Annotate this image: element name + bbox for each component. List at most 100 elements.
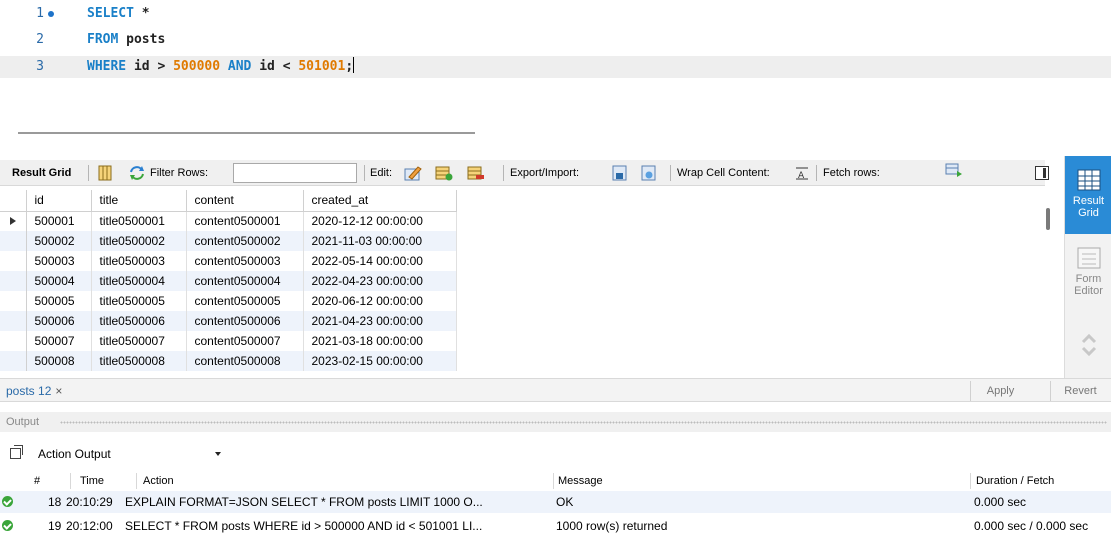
output-row[interactable]: 18 20:10:29 EXPLAIN FORMAT=JSON SELECT *… bbox=[0, 491, 1111, 513]
import-icon[interactable] bbox=[640, 165, 658, 181]
table-row[interactable]: 500001 title0500001 content0500001 2020-… bbox=[0, 211, 457, 231]
result-tab-strip: posts 12 × Apply Revert bbox=[0, 378, 1111, 402]
cell-title[interactable]: title0500002 bbox=[91, 231, 187, 251]
success-check-icon bbox=[2, 520, 13, 531]
cell-content[interactable]: content0500006 bbox=[186, 311, 304, 331]
cell-content[interactable]: content0500004 bbox=[186, 271, 304, 291]
cell-id[interactable]: 500002 bbox=[26, 231, 92, 251]
copy-icon[interactable] bbox=[10, 445, 23, 459]
edit-cell-icon[interactable] bbox=[404, 165, 422, 181]
editor-splitter[interactable] bbox=[18, 132, 475, 134]
code-line-1[interactable]: 1 SELECT * bbox=[0, 3, 1111, 25]
cell-title[interactable]: title0500005 bbox=[91, 291, 187, 311]
table-row[interactable]: 500002 title0500002 content0500002 2021-… bbox=[0, 231, 457, 251]
sql-text: id < bbox=[251, 59, 299, 74]
sql-editor[interactable]: 1 SELECT * 2 FROM posts 3 WHERE id > 500… bbox=[0, 0, 1111, 90]
cell-created-at[interactable]: 2021-04-23 00:00:00 bbox=[303, 311, 457, 331]
code-line-3[interactable]: 3 WHERE id > 500000 AND id < 501001; bbox=[0, 56, 1111, 78]
output-message: 1000 row(s) returned bbox=[556, 519, 668, 533]
table-row[interactable]: 500008 title0500008 content0500008 2023-… bbox=[0, 351, 457, 371]
column-separator bbox=[553, 473, 554, 489]
column-header-created-at[interactable]: created_at bbox=[303, 190, 457, 212]
cell-created-at[interactable]: 2020-12-12 00:00:00 bbox=[303, 211, 457, 231]
output-col-duration[interactable]: Duration / Fetch bbox=[976, 472, 1054, 490]
close-icon[interactable]: × bbox=[55, 384, 62, 398]
cell-title[interactable]: title0500001 bbox=[91, 211, 187, 231]
row-selector[interactable] bbox=[0, 251, 27, 271]
sql-text: ; bbox=[345, 59, 354, 74]
output-drag-handle[interactable] bbox=[60, 421, 1107, 424]
current-row-arrow-icon bbox=[9, 217, 16, 226]
result-grid-label[interactable]: Result Grid bbox=[12, 160, 71, 186]
table-row[interactable]: 500007 title0500007 content0500007 2021-… bbox=[0, 331, 457, 351]
row-selector[interactable] bbox=[0, 211, 27, 231]
output-time: 20:10:29 bbox=[66, 495, 113, 509]
cell-title[interactable]: title0500008 bbox=[91, 351, 187, 371]
result-grid[interactable]: id title content created_at 500001 title… bbox=[0, 190, 1045, 375]
cell-content[interactable]: content0500003 bbox=[186, 251, 304, 271]
cell-title[interactable]: title0500007 bbox=[91, 331, 187, 351]
revert-button[interactable]: Revert bbox=[1050, 381, 1110, 401]
cell-content[interactable]: content0500005 bbox=[186, 291, 304, 311]
row-selector[interactable] bbox=[0, 231, 27, 251]
cell-created-at[interactable]: 2021-03-18 00:00:00 bbox=[303, 331, 457, 351]
cell-id[interactable]: 500008 bbox=[26, 351, 92, 371]
fetch-rows-label: Fetch rows: bbox=[823, 167, 880, 179]
cell-created-at[interactable]: 2022-05-14 00:00:00 bbox=[303, 251, 457, 271]
table-row[interactable]: 500006 title0500006 content0500006 2021-… bbox=[0, 311, 457, 331]
column-header-content[interactable]: content bbox=[186, 190, 304, 212]
column-header-title[interactable]: title bbox=[91, 190, 187, 212]
output-col-time[interactable]: Time bbox=[80, 472, 104, 490]
cell-title[interactable]: title0500003 bbox=[91, 251, 187, 271]
row-selector[interactable] bbox=[0, 271, 27, 291]
grid-scrollbar-thumb[interactable] bbox=[1046, 208, 1050, 230]
cell-created-at[interactable]: 2023-02-15 00:00:00 bbox=[303, 351, 457, 371]
toolbar-separator bbox=[88, 165, 89, 181]
tab-posts-12[interactable]: posts 12 × bbox=[6, 381, 62, 401]
add-row-icon[interactable] bbox=[435, 165, 453, 181]
cell-title[interactable]: title0500004 bbox=[91, 271, 187, 291]
table-row[interactable]: 500003 title0500003 content0500003 2022-… bbox=[0, 251, 457, 271]
cell-content[interactable]: content0500008 bbox=[186, 351, 304, 371]
output-col-action[interactable]: Action bbox=[143, 472, 174, 490]
export-icon[interactable] bbox=[611, 165, 629, 181]
cell-id[interactable]: 500006 bbox=[26, 311, 92, 331]
cell-created-at[interactable]: 2021-11-03 00:00:00 bbox=[303, 231, 457, 251]
row-selector[interactable] bbox=[0, 291, 27, 311]
fetch-next-icon[interactable] bbox=[945, 163, 963, 179]
form-editor-side-button[interactable]: Form Editor bbox=[1065, 246, 1111, 316]
cell-title[interactable]: title0500006 bbox=[91, 311, 187, 331]
row-selector[interactable] bbox=[0, 331, 27, 351]
cell-content[interactable]: content0500007 bbox=[186, 331, 304, 351]
refresh-icon[interactable] bbox=[128, 165, 146, 181]
cell-id[interactable]: 500003 bbox=[26, 251, 92, 271]
output-type-select[interactable]: Action Output bbox=[31, 444, 221, 464]
output-row[interactable]: 19 20:12:00 SELECT * FROM posts WHERE id… bbox=[0, 515, 1111, 537]
cell-id[interactable]: 500004 bbox=[26, 271, 92, 291]
cell-content[interactable]: content0500001 bbox=[186, 211, 304, 231]
cell-id[interactable]: 500005 bbox=[26, 291, 92, 311]
code-line-2[interactable]: 2 FROM posts bbox=[0, 29, 1111, 51]
apply-button[interactable]: Apply bbox=[970, 381, 1030, 401]
cell-id[interactable]: 500007 bbox=[26, 331, 92, 351]
column-header-id[interactable]: id bbox=[26, 190, 92, 212]
result-grid-side-button[interactable]: Result Grid bbox=[1065, 156, 1111, 234]
row-selector[interactable] bbox=[0, 311, 27, 331]
delete-row-icon[interactable] bbox=[467, 165, 485, 181]
cell-created-at[interactable]: 2022-04-23 00:00:00 bbox=[303, 271, 457, 291]
output-col-num[interactable]: # bbox=[34, 472, 40, 490]
cell-id[interactable]: 500001 bbox=[26, 211, 92, 231]
row-selector[interactable] bbox=[0, 351, 27, 371]
column-toggle-icon[interactable] bbox=[96, 165, 114, 181]
sql-keyword: SELECT bbox=[87, 6, 134, 21]
toggle-side-panel-icon[interactable] bbox=[1035, 166, 1049, 180]
table-row[interactable]: 500005 title0500005 content0500005 2020-… bbox=[0, 291, 457, 311]
side-panel: Result Grid Form Editor bbox=[1064, 156, 1111, 378]
filter-rows-input[interactable] bbox=[233, 163, 357, 183]
cell-content[interactable]: content0500002 bbox=[186, 231, 304, 251]
side-scroll-buttons[interactable] bbox=[1065, 332, 1111, 372]
cell-created-at[interactable]: 2020-06-12 00:00:00 bbox=[303, 291, 457, 311]
output-col-message[interactable]: Message bbox=[558, 472, 603, 490]
table-row[interactable]: 500004 title0500004 content0500004 2022-… bbox=[0, 271, 457, 291]
wrap-text-icon[interactable]: A bbox=[793, 165, 811, 181]
